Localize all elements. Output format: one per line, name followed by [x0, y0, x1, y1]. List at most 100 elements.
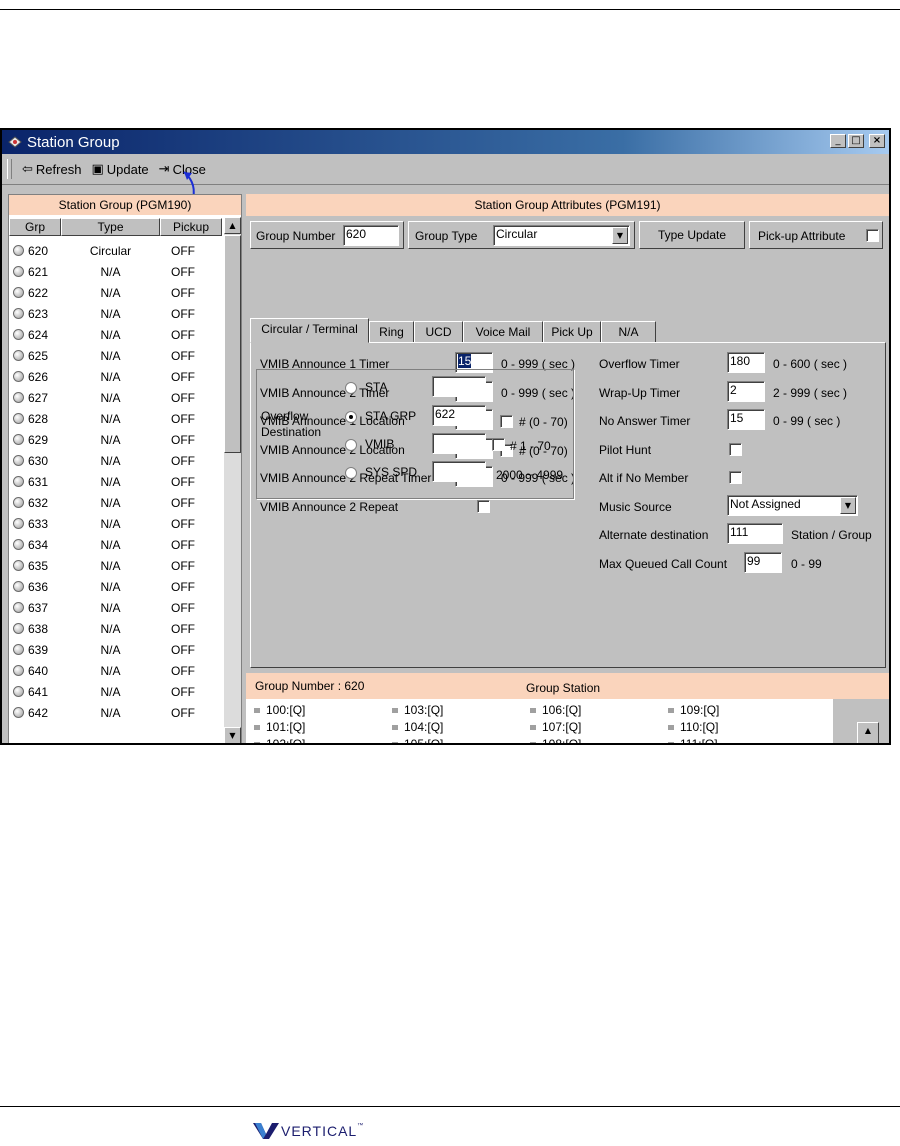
table-row[interactable]: 626 N/A OFF	[9, 366, 222, 387]
music-source-select[interactable]: Not Assigned ▼	[727, 495, 858, 516]
grp-cell: 633	[9, 517, 61, 531]
app-icon	[8, 136, 22, 148]
vmib2-repeat-checkbox[interactable]	[477, 500, 490, 513]
grp-number: 639	[28, 642, 49, 657]
update-label: Update	[106, 161, 149, 177]
station-label: 106:[Q]	[542, 703, 582, 717]
group-station-spinner[interactable]: ▲ ▼	[857, 722, 879, 743]
table-row[interactable]: 633 N/A OFF	[9, 513, 222, 534]
table-row[interactable]: 637 N/A OFF	[9, 597, 222, 618]
overflow-timer-input[interactable]: 180	[727, 352, 765, 373]
maximize-button[interactable]: □	[848, 134, 864, 148]
wrapup-timer-input[interactable]: 2	[727, 381, 765, 402]
toolbar-grip[interactable]	[7, 159, 12, 179]
overflow-sta-grp-radio[interactable]	[345, 411, 357, 423]
group-icon	[13, 371, 24, 382]
table-row[interactable]: 632 N/A OFF	[9, 492, 222, 513]
table-row[interactable]: 627 N/A OFF	[9, 387, 222, 408]
minimize-button[interactable]: _	[830, 134, 846, 148]
overflow-vmib-checkbox[interactable]	[492, 438, 505, 451]
table-row[interactable]: 640 N/A OFF	[9, 660, 222, 681]
grp-number: 627	[28, 390, 49, 405]
list-item[interactable]: 104:[Q]	[392, 720, 443, 734]
table-row[interactable]: 635 N/A OFF	[9, 555, 222, 576]
group-icon	[13, 308, 24, 319]
pickup-attribute-checkbox[interactable]	[866, 229, 879, 242]
overflow-sys-spd-radio[interactable]	[345, 467, 357, 479]
column-header-pickup[interactable]: Pickup	[160, 218, 222, 236]
list-panel-title: Station Group (PGM190)	[9, 195, 241, 215]
group-type-select[interactable]: Circular ▼	[493, 225, 630, 246]
table-row[interactable]: 636 N/A OFF	[9, 576, 222, 597]
table-row[interactable]: 638 N/A OFF	[9, 618, 222, 639]
table-row[interactable]: 628 N/A OFF	[9, 408, 222, 429]
alt-destination-input[interactable]: 111	[727, 523, 783, 544]
table-row[interactable]: 630 N/A OFF	[9, 450, 222, 471]
list-item[interactable]: 105:[Q]	[392, 737, 443, 743]
group-number-input[interactable]: 620	[343, 225, 399, 246]
list-item[interactable]: 110:[Q]	[668, 720, 718, 734]
table-row[interactable]: 631 N/A OFF	[9, 471, 222, 492]
table-row[interactable]: 624 N/A OFF	[9, 324, 222, 345]
list-item[interactable]: 106:[Q]	[530, 703, 581, 717]
table-row[interactable]: 639 N/A OFF	[9, 639, 222, 660]
dropdown-arrow-icon[interactable]: ▼	[840, 497, 856, 514]
list-item[interactable]: 111:[Q]	[668, 737, 718, 743]
refresh-label: Refresh	[35, 161, 82, 177]
group-station-list: 100:[Q] 101:[Q] 102:[Q] 103:[Q] 104:[Q] 105:[…	[246, 699, 833, 743]
column-header-type[interactable]: Type	[61, 218, 160, 236]
list-item[interactable]: 108:[Q]	[530, 737, 581, 743]
pilot-hunt-checkbox[interactable]	[729, 443, 742, 456]
logo-trademark: ™	[357, 1123, 365, 1129]
overflow-timer-label: Overflow Timer	[599, 357, 680, 371]
list-item[interactable]: 103:[Q]	[392, 703, 443, 717]
list-item[interactable]: 102:[Q]	[254, 737, 305, 743]
list-item[interactable]: 101:[Q]	[254, 720, 305, 734]
table-row[interactable]: 642 N/A OFF	[9, 702, 222, 723]
overflow-sys-spd-input[interactable]	[432, 461, 486, 482]
group-icon	[13, 434, 24, 445]
list-item[interactable]: 107:[Q]	[530, 720, 581, 734]
group-icon	[13, 266, 24, 277]
table-row[interactable]: 629 N/A OFF	[9, 429, 222, 450]
group-station-title: Group Station	[526, 681, 601, 695]
table-row[interactable]: 622 N/A OFF	[9, 282, 222, 303]
overflow-sta-radio[interactable]	[345, 382, 357, 394]
scroll-down-arrow-icon[interactable]: ▼	[224, 727, 241, 743]
table-row[interactable]: 623 N/A OFF	[9, 303, 222, 324]
table-row[interactable]: 621 N/A OFF	[9, 261, 222, 282]
overflow-vmib-radio[interactable]	[345, 439, 357, 451]
max-queued-input[interactable]: 99	[744, 552, 782, 573]
grp-cell: 636	[9, 580, 61, 594]
list-item[interactable]: 109:[Q]	[668, 703, 719, 717]
overflow-vmib-input[interactable]	[432, 433, 486, 454]
table-row[interactable]: 620 Circular OFF	[9, 240, 222, 261]
dropdown-arrow-icon[interactable]: ▼	[612, 227, 628, 244]
table-row[interactable]: 625 N/A OFF	[9, 345, 222, 366]
column-header-grp[interactable]: Grp	[9, 218, 61, 236]
type-update-button[interactable]: Type Update	[639, 221, 745, 249]
tab-circular-terminal[interactable]: Circular / Terminal	[250, 318, 369, 343]
tab-ring[interactable]: Ring	[369, 321, 414, 343]
tab-pick-up[interactable]: Pick Up	[543, 321, 601, 343]
list-item[interactable]: 100:[Q]	[254, 703, 305, 717]
table-row[interactable]: 641 N/A OFF	[9, 681, 222, 702]
list-header: Grp Type Pickup	[9, 218, 222, 236]
scroll-thumb[interactable]	[224, 235, 241, 453]
update-button[interactable]: ▣ Update	[91, 162, 148, 177]
overflow-sta-input[interactable]	[432, 376, 486, 397]
table-row[interactable]: 634 N/A OFF	[9, 534, 222, 555]
list-scrollbar[interactable]: ▲ ▼	[224, 217, 241, 743]
overflow-sta-grp-input[interactable]: 622	[432, 405, 486, 426]
scroll-up-arrow-icon[interactable]: ▲	[224, 217, 241, 234]
spin-up-arrow-icon[interactable]: ▲	[858, 723, 878, 739]
tab-ucd[interactable]: UCD	[414, 321, 463, 343]
tab-na[interactable]: N/A	[601, 321, 656, 343]
spin-down-arrow-icon[interactable]: ▼	[858, 739, 878, 743]
refresh-button[interactable]: ⇦ Refresh	[22, 162, 81, 177]
title-bar[interactable]: Station Group _ □ ×	[2, 130, 889, 154]
tab-voice-mail[interactable]: Voice Mail	[463, 321, 543, 343]
noanswer-timer-input[interactable]: 15	[727, 409, 765, 430]
alt-no-member-checkbox[interactable]	[729, 471, 742, 484]
close-window-button[interactable]: ×	[869, 134, 885, 148]
